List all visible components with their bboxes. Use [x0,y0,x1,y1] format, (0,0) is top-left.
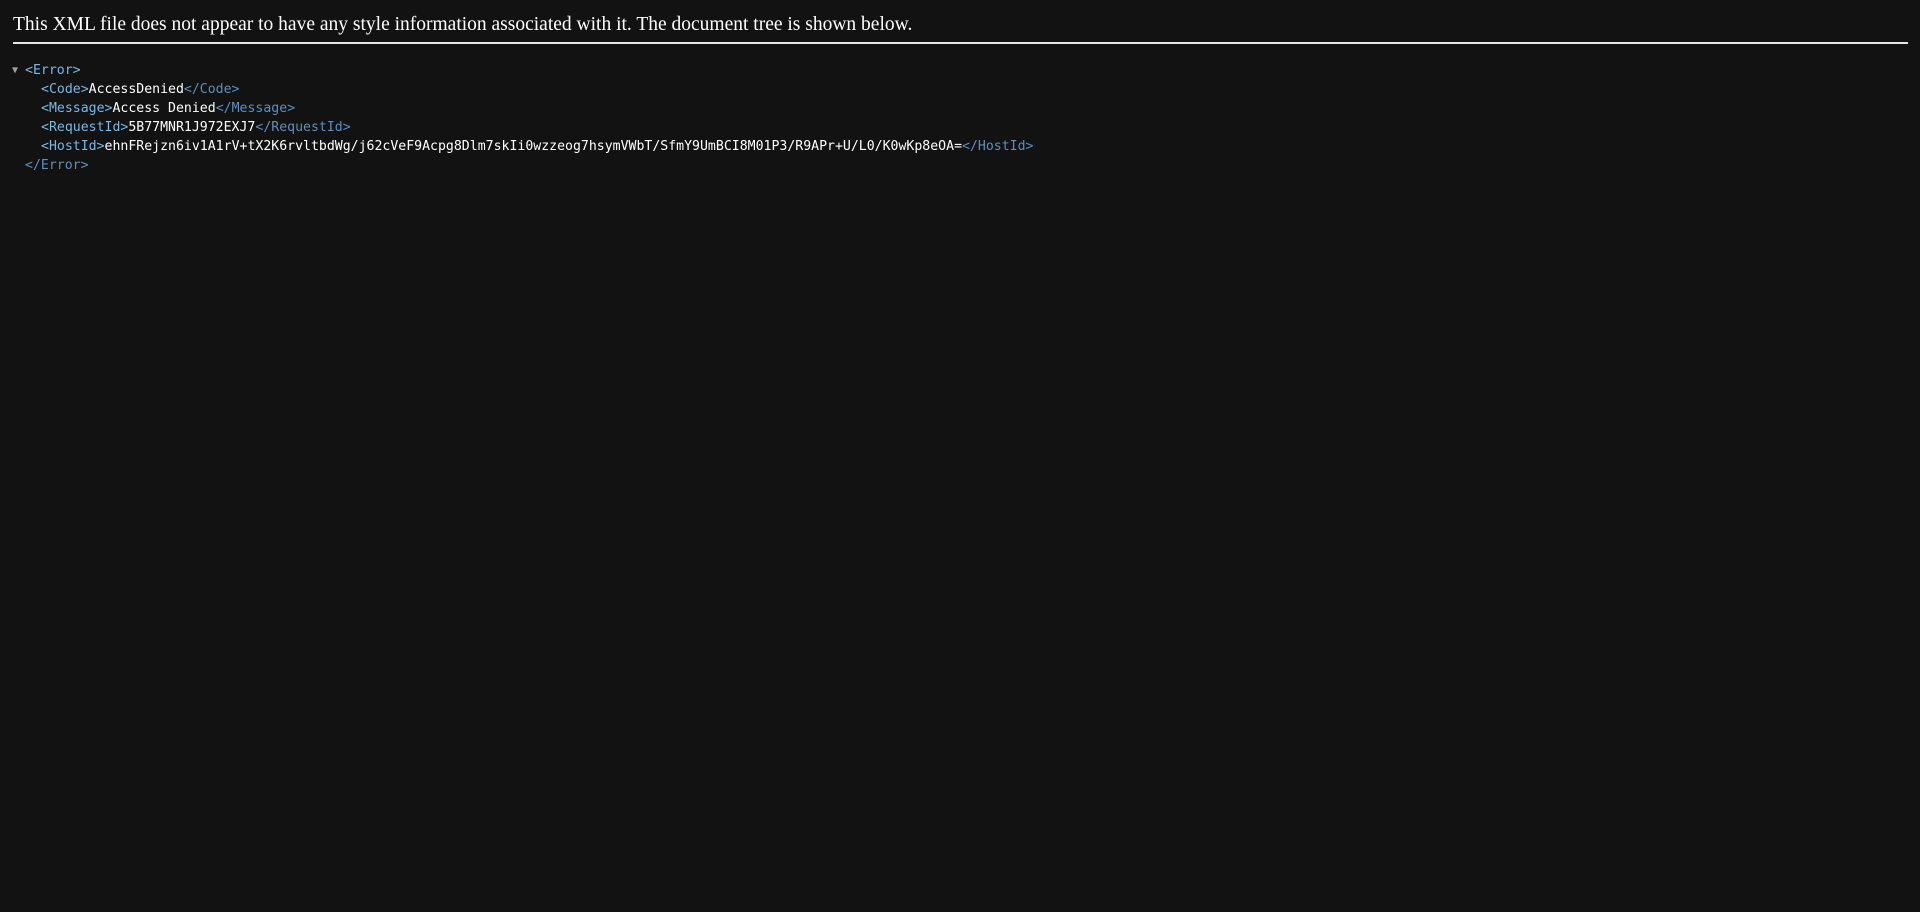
xml-element-host-id: <HostId>ehnFRejzn6iv1A1rV+tX2K6rvltbdWg/… [12,137,1033,156]
host-id-close-tag: </HostId> [962,139,1034,154]
code-close-tag: </Code> [183,82,240,97]
root-close-tag: </Error> [25,158,89,173]
notice-text: This XML file does not appear to have an… [13,14,913,35]
message-value: Access Denied [112,101,216,116]
host-id-open-tag: <HostId> [41,139,105,154]
xml-document-tree: ▼ <Error> <Code>AccessDenied</Code> <Mess… [12,61,1033,175]
xml-element-request-id: <RequestId>5B77MNR1J972EXJ7</RequestId> [12,118,1033,137]
request-id-open-tag: <RequestId> [41,120,129,135]
request-id-close-tag: </RequestId> [255,120,351,135]
code-open-tag: <Code> [41,82,89,97]
message-open-tag: <Message> [41,101,113,116]
code-value: AccessDenied [88,82,184,97]
root-open-tag: <Error> [25,63,81,78]
host-id-value: ehnFRejzn6iv1A1rV+tX2K6rvltbdWg/j62cVeF9… [104,139,963,154]
collapse-toggle-icon[interactable]: ▼ [12,61,25,80]
xml-root-open-line: ▼ <Error> [12,61,1033,80]
xml-element-code: <Code>AccessDenied</Code> [12,80,1033,99]
request-id-value: 5B77MNR1J972EXJ7 [128,120,256,135]
message-close-tag: </Message> [215,101,296,116]
xml-style-notice: This XML file does not appear to have an… [13,10,1908,44]
xml-element-message: <Message>Access Denied</Message> [12,99,1033,118]
xml-viewer-page: This XML file does not appear to have an… [0,0,1920,912]
xml-root-close-line: </Error> [12,156,1033,175]
